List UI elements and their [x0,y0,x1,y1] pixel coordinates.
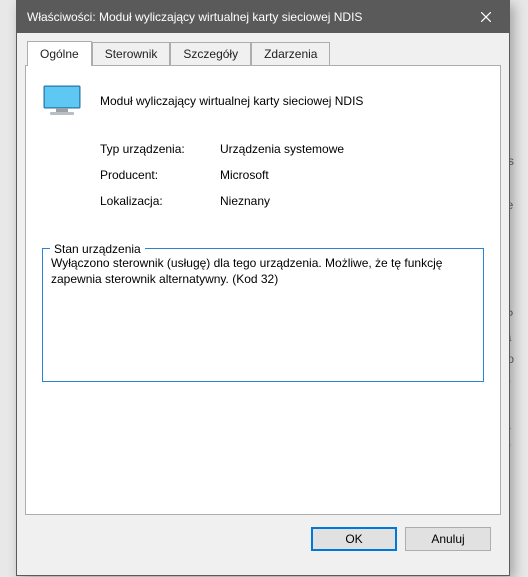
tab-panel-general: Moduł wyliczający wirtualnej karty sieci… [25,65,501,515]
device-status-label: Stan urządzenia [50,242,145,256]
device-type-label: Typ urządzenia: [100,142,220,156]
dialog-footer: OK Anuluj [25,515,501,563]
location-label: Lokalizacja: [100,194,220,208]
tab-events[interactable]: Zdarzenia [251,42,330,65]
close-button[interactable] [463,1,509,33]
location-value: Nieznany [220,194,270,208]
device-type-value: Urządzenia systemowe [220,142,344,156]
tab-general[interactable]: Ogólne [27,41,92,66]
client-area: Ogólne Sterownik Szczegóły Zdarzenia Mod… [17,33,509,575]
monitor-icon [42,84,84,118]
device-status-text[interactable] [42,248,484,382]
manufacturer-label: Producent: [100,168,220,182]
tabstrip: Ogólne Sterownik Szczegóły Zdarzenia [25,41,501,65]
window-title: Właściwości: Moduł wyliczający wirtualne… [27,10,463,24]
cancel-button[interactable]: Anuluj [405,527,491,551]
close-icon [481,12,491,22]
ok-button[interactable]: OK [311,527,397,551]
properties-dialog: Właściwości: Moduł wyliczający wirtualne… [16,0,510,576]
device-info: Typ urządzenia: Urządzenia systemowe Pro… [100,142,484,208]
manufacturer-value: Microsoft [220,168,269,182]
device-header: Moduł wyliczający wirtualnej karty sieci… [42,84,484,118]
titlebar[interactable]: Właściwości: Moduł wyliczający wirtualne… [17,1,509,33]
tab-details[interactable]: Szczegóły [170,42,251,65]
device-status-group: Stan urządzenia [42,234,484,385]
device-name: Moduł wyliczający wirtualnej karty sieci… [100,94,363,108]
tab-driver[interactable]: Sterownik [92,42,171,65]
